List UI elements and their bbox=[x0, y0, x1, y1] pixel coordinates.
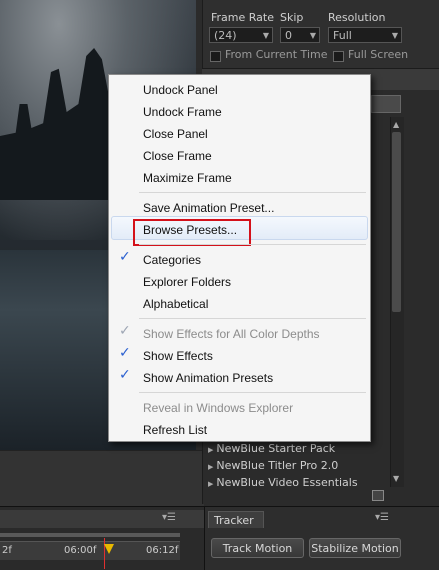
checkmark-icon: ✓ bbox=[119, 249, 131, 265]
frame-rate-dropdown[interactable]: (24) ▼ bbox=[209, 27, 273, 43]
chevron-down-icon: ▼ bbox=[262, 31, 269, 40]
expand-triangle-icon: ▶ bbox=[208, 463, 214, 471]
menu-item-categories[interactable]: Categories bbox=[143, 253, 201, 267]
frame-rate-value: (24) bbox=[214, 29, 237, 42]
work-area-bar[interactable] bbox=[0, 533, 180, 537]
track-motion-label: Track Motion bbox=[222, 542, 293, 555]
stabilize-motion-label: Stabilize Motion bbox=[311, 542, 399, 555]
annotation-highlight-box bbox=[133, 219, 251, 246]
time-tick-label: 2f bbox=[2, 545, 12, 556]
scroll-down-icon[interactable]: ▼ bbox=[393, 474, 399, 483]
menu-item-show-effects[interactable]: Show Effects bbox=[143, 349, 213, 363]
menu-item-refresh-list[interactable]: Refresh List bbox=[143, 423, 207, 437]
expand-triangle-icon: ▶ bbox=[208, 480, 214, 488]
expand-triangle-icon: ▶ bbox=[208, 446, 214, 454]
skip-dropdown[interactable]: 0 ▼ bbox=[280, 27, 320, 43]
checkmark-icon: ✓ bbox=[119, 367, 131, 383]
new-folder-icon[interactable] bbox=[372, 490, 384, 501]
preview-panel: Frame Rate Skip Resolution (24) ▼ 0 ▼ Fu… bbox=[202, 0, 439, 68]
current-time-indicator[interactable] bbox=[104, 544, 114, 554]
viewer-footer-bar bbox=[0, 450, 204, 507]
time-tick-label: 06:00f bbox=[64, 545, 97, 556]
resolution-value: Full bbox=[333, 29, 352, 42]
menu-separator bbox=[139, 244, 366, 245]
menu-item-save-animation-preset[interactable]: Save Animation Preset... bbox=[143, 201, 274, 215]
full-screen-label: Full Screen bbox=[348, 48, 409, 61]
menu-separator bbox=[139, 318, 366, 319]
resolution-label: Resolution bbox=[328, 11, 386, 24]
track-motion-button[interactable]: Track Motion bbox=[211, 538, 304, 558]
menu-item-close-panel[interactable]: Close Panel bbox=[143, 127, 208, 141]
list-item[interactable]: ▶ NewBlue Starter Pack bbox=[208, 442, 335, 455]
menu-separator bbox=[139, 392, 366, 393]
checkmark-icon: ✓ bbox=[119, 323, 131, 339]
menu-item-show-animation-presets[interactable]: Show Animation Presets bbox=[143, 371, 273, 385]
list-item[interactable]: ▶ NewBlue Titler Pro 2.0 bbox=[208, 459, 338, 472]
skip-value: 0 bbox=[285, 29, 292, 42]
menu-separator bbox=[139, 192, 366, 193]
menu-item-alphabetical[interactable]: Alphabetical bbox=[143, 297, 208, 311]
scroll-up-icon[interactable]: ▲ bbox=[393, 120, 399, 129]
resolution-dropdown[interactable]: Full ▼ bbox=[328, 27, 402, 43]
menu-item-reveal-in-explorer: Reveal in Windows Explorer bbox=[143, 401, 294, 415]
list-item-label: NewBlue Video Essentials bbox=[216, 476, 358, 489]
menu-item-close-frame[interactable]: Close Frame bbox=[143, 149, 212, 163]
panel-menu-icon[interactable]: ▾☰ bbox=[375, 512, 389, 523]
list-item[interactable]: ▶ NewBlue Video Essentials bbox=[208, 476, 358, 489]
tab-tracker[interactable]: Tracker bbox=[208, 511, 264, 528]
list-item-label: NewBlue Titler Pro 2.0 bbox=[216, 459, 339, 472]
chevron-down-icon: ▼ bbox=[309, 31, 316, 40]
chevron-down-icon: ▼ bbox=[391, 31, 398, 40]
frame-rate-label: Frame Rate bbox=[211, 11, 274, 24]
tab-tracker-label: Tracker bbox=[214, 514, 254, 527]
search-input[interactable] bbox=[371, 95, 401, 113]
panel-menu-icon[interactable]: ▾☰ bbox=[162, 512, 176, 523]
skip-label: Skip bbox=[280, 11, 304, 24]
time-tick-label: 06:12f bbox=[146, 545, 179, 556]
menu-item-undock-frame[interactable]: Undock Frame bbox=[143, 105, 222, 119]
from-current-time-checkbox[interactable] bbox=[210, 51, 221, 62]
full-screen-checkbox[interactable] bbox=[333, 51, 344, 62]
stabilize-motion-button[interactable]: Stabilize Motion bbox=[309, 538, 401, 558]
scrollbar-thumb[interactable] bbox=[392, 132, 401, 312]
menu-item-maximize-frame[interactable]: Maximize Frame bbox=[143, 171, 232, 185]
from-current-time-label: From Current Time bbox=[225, 48, 328, 61]
menu-item-undock-panel[interactable]: Undock Panel bbox=[143, 83, 218, 97]
context-menu: Undock Panel Undock Frame Close Panel Cl… bbox=[108, 74, 371, 442]
menu-item-explorer-folders[interactable]: Explorer Folders bbox=[143, 275, 231, 289]
checkmark-icon: ✓ bbox=[119, 345, 131, 361]
list-item-label: NewBlue Starter Pack bbox=[216, 442, 336, 455]
menu-item-show-effects-all-color-depths: Show Effects for All Color Depths bbox=[143, 327, 320, 341]
